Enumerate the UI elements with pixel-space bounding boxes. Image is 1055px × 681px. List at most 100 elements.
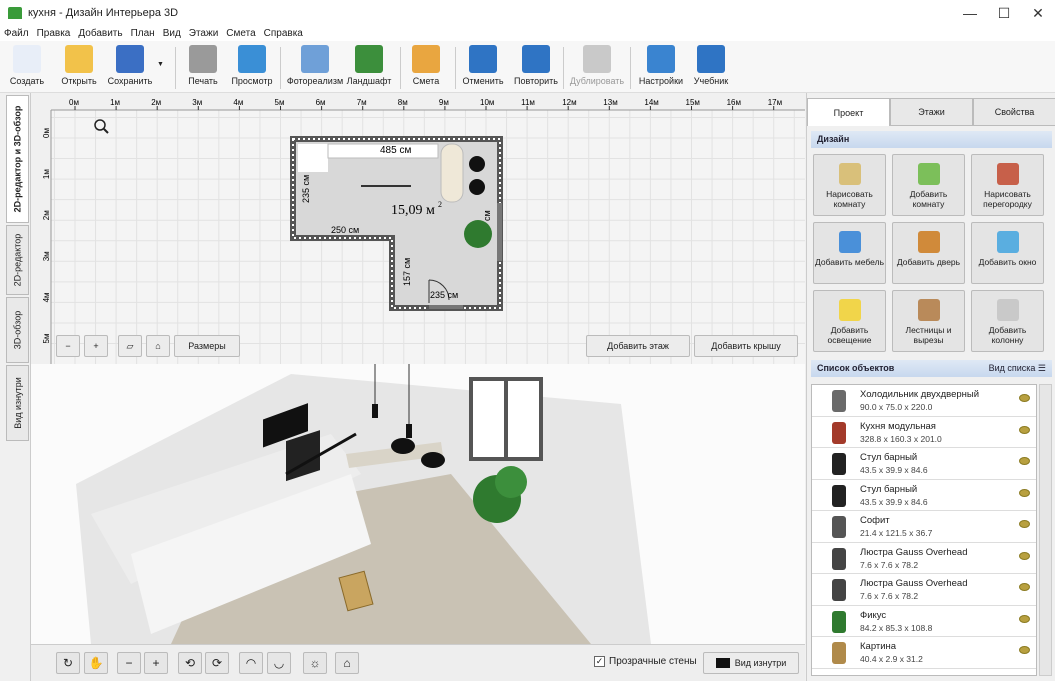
inside-view-button[interactable]: Вид изнутри [703, 652, 799, 674]
zoom-out-3d-button[interactable]: − [117, 652, 141, 674]
gear-button[interactable]: Настройки [638, 45, 684, 91]
menu-plan[interactable]: План [127, 26, 159, 41]
object-dimensions: 43.5 x 39.9 x 84.6 [860, 496, 928, 507]
object-list-item[interactable]: Люстра Gauss Overhead 7.6 x 7.6 x 78.2 [812, 574, 1036, 606]
tab-properties[interactable]: Свойства [973, 98, 1055, 126]
light-button[interactable]: ☼ [303, 652, 327, 674]
armchair-button[interactable]: Добавить мебель [813, 222, 886, 284]
visibility-eye-icon[interactable] [1019, 646, 1030, 654]
menu-add[interactable]: Добавить [74, 26, 126, 41]
add-roof-button[interactable]: Добавить крышу [694, 335, 798, 357]
transparent-walls-checkbox[interactable]: ✓ [594, 656, 605, 667]
draw-room-icon [838, 163, 861, 185]
tab-floors[interactable]: Этажи [890, 98, 973, 126]
bar-counter-plan[interactable] [440, 143, 464, 203]
view-3d[interactable] [31, 364, 805, 681]
plan-2d-editor[interactable]: 0м 1м 2м 3м 4м 5м 6м 7м 8м 9м 10м 11м 12м 13м 14м 15м 16… [31, 93, 805, 364]
object-list-item[interactable]: Софит 21.4 x 121.5 x 36.7 [812, 511, 1036, 543]
zoom-in-3d-button[interactable]: + [144, 652, 168, 674]
visibility-eye-icon[interactable] [1019, 520, 1030, 528]
estimate-button[interactable]: Смета [412, 45, 440, 91]
ruler-button[interactable]: ▱ [118, 335, 142, 357]
menu-help[interactable]: Справка [260, 26, 307, 41]
plan-zoom-in-button[interactable]: + [84, 335, 108, 357]
tab-2d-3d[interactable]: 2D-редактор и 3D-обзор [6, 95, 29, 223]
menu-bar: Файл Правка Добавить План Вид Этажи Смет… [0, 26, 1055, 41]
rotate-right-button[interactable]: ⟳ [205, 652, 229, 674]
monitor-icon [238, 45, 266, 73]
object-list-item[interactable]: Стул барный 43.5 x 39.9 x 84.6 [812, 480, 1036, 511]
home-3d-button[interactable]: ⌂ [335, 652, 359, 674]
tilt-up-button[interactable]: ◠ [239, 652, 263, 674]
object-list-item[interactable]: Картина 40.4 x 2.9 x 31.2 [812, 637, 1036, 669]
add-floor-button[interactable]: Добавить этаж [586, 335, 690, 357]
add-room-icon [917, 163, 940, 185]
plan-zoom-out-button[interactable]: − [56, 335, 80, 357]
column-button[interactable]: Добавить колонну [971, 290, 1044, 352]
visibility-eye-icon[interactable] [1019, 394, 1030, 402]
menu-floors[interactable]: Этажи [185, 26, 223, 41]
ficus-plan[interactable] [464, 220, 492, 248]
draw-room-button[interactable]: Нарисовать комнату [813, 154, 886, 216]
menu-edit[interactable]: Правка [33, 26, 75, 41]
floppy-button[interactable]: Сохранить [107, 45, 153, 91]
save-dropdown-icon[interactable]: ▼ [157, 61, 164, 68]
window-button[interactable]: Добавить окно [971, 222, 1044, 284]
monitor-button[interactable]: Просмотр [231, 45, 273, 91]
folder-button[interactable]: Открыть [60, 45, 98, 91]
maximize-button[interactable]: ☐ [987, 0, 1021, 26]
visibility-eye-icon[interactable] [1019, 425, 1030, 434]
brick-wall-button[interactable]: Нарисовать перегородку [971, 154, 1044, 216]
photo-button[interactable]: Фотореализм [287, 45, 343, 91]
pan-button[interactable]: ✋ [84, 652, 108, 674]
duplicate-button[interactable]: Дублировать [568, 45, 626, 91]
close-button[interactable]: ✕ [1021, 0, 1055, 26]
help-icon [697, 45, 725, 73]
rotate-left-button[interactable]: ⟲ [178, 652, 202, 674]
visibility-eye-icon[interactable] [1019, 457, 1030, 465]
estimate-icon [412, 45, 440, 73]
stairs-button[interactable]: Лестницы и вырезы [892, 290, 965, 352]
object-list-item[interactable]: Стул барный 43.5 x 39.9 x 84.6 [812, 448, 1036, 480]
object-name: Холодильник двухдверный [860, 389, 980, 400]
minimize-button[interactable]: — [953, 0, 987, 26]
stool-plan-1[interactable] [469, 156, 485, 172]
object-name: Софит [860, 515, 890, 526]
door-button[interactable]: Добавить дверь [892, 222, 965, 284]
tab-3d-view[interactable]: 3D-обзор [6, 297, 29, 363]
object-list-item[interactable]: Фикус 84.2 x 85.3 x 108.8 [812, 606, 1036, 637]
transparent-walls-toggle[interactable]: ✓ Прозрачные стены [594, 656, 697, 667]
add-room-button[interactable]: Добавить комнату [892, 154, 965, 216]
object-list[interactable]: Холодильник двухдверный 90.0 x 75.0 x 220… [811, 384, 1037, 676]
menu-file[interactable]: Файл [0, 26, 33, 41]
tab-project[interactable]: Проект [807, 98, 890, 126]
printer-button[interactable]: Печать [185, 45, 221, 91]
visibility-eye-icon[interactable] [1019, 551, 1030, 560]
menu-view[interactable]: Вид [159, 26, 185, 41]
object-list-item[interactable]: Люстра Gauss Overhead 7.6 x 7.6 x 78.2 [812, 543, 1036, 574]
rotate-360-button[interactable]: ↻ [56, 652, 80, 674]
visibility-eye-icon[interactable] [1019, 488, 1030, 497]
column-icon [996, 299, 1019, 321]
menu-estimate[interactable]: Смета [222, 26, 259, 41]
bulb-button[interactable]: Добавить освещение [813, 290, 886, 352]
tilt-down-button[interactable]: ◡ [267, 652, 291, 674]
fridge-plan[interactable] [298, 144, 328, 172]
object-list-item[interactable]: Холодильник двухдверный 90.0 x 75.0 x 220… [812, 385, 1036, 417]
tab-2d-editor[interactable]: 2D-редактор [6, 225, 29, 295]
stool-plan-2[interactable] [469, 179, 485, 195]
new-file-button[interactable]: Создать [8, 45, 46, 91]
redo-button[interactable]: Повторить [513, 45, 559, 91]
visibility-eye-icon[interactable] [1019, 614, 1030, 623]
help-button[interactable]: Учебник [693, 45, 729, 91]
pendant-lamp-icon [832, 547, 846, 570]
home-button[interactable]: ⌂ [146, 335, 170, 357]
visibility-eye-icon[interactable] [1019, 583, 1030, 591]
object-list-item[interactable]: Кухня модульная 328.8 x 160.3 x 201.0 [812, 417, 1036, 448]
sizes-button[interactable]: Размеры [174, 335, 240, 357]
undo-button[interactable]: Отменить [462, 45, 504, 91]
list-view-toggle[interactable]: Вид списка ☰ [989, 360, 1046, 377]
tab-inside-view[interactable]: Вид изнутри [6, 365, 29, 441]
tree-button[interactable]: Ландшафт [347, 45, 391, 91]
object-list-scrollbar[interactable] [1039, 384, 1052, 676]
